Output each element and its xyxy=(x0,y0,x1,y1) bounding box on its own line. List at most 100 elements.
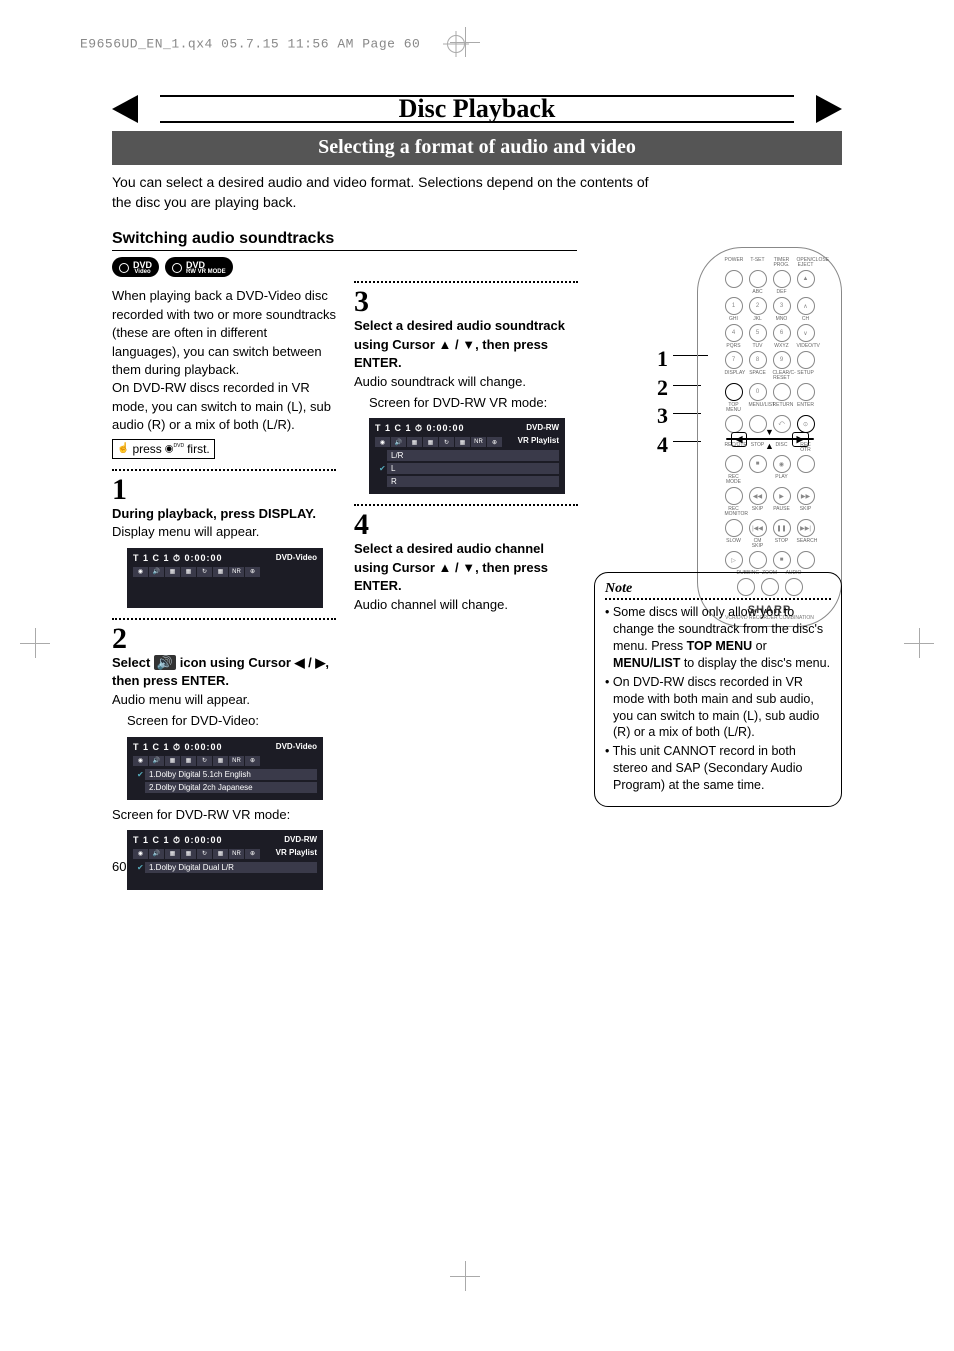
remote-label: SKIP xyxy=(797,507,815,517)
remote-label: DISC xyxy=(773,443,791,453)
remote-label: STOP xyxy=(749,443,767,453)
remote-button: 9 xyxy=(773,351,791,369)
badge-sublabel: RW VR MODE xyxy=(186,269,226,275)
subheading: Switching audio soundtracks xyxy=(112,230,842,248)
osd-audio-option: 1.Dolby Digital 5.1ch English xyxy=(145,769,317,780)
step-2-body: Audio menu will appear. xyxy=(112,691,336,709)
osd-mode-label: DVD-RW xyxy=(526,423,559,432)
note-item: This unit CANNOT record in both stereo a… xyxy=(605,743,831,794)
remote-label: CM SKIP xyxy=(749,539,767,549)
remote-button: ■ xyxy=(773,551,791,569)
press-label: first. xyxy=(187,442,210,456)
body-text: When playing back a DVD-Video disc recor… xyxy=(112,287,336,379)
remote-label: DISPLAY xyxy=(725,371,743,381)
remote-label: RETURN xyxy=(773,403,791,413)
note-heading: Note xyxy=(605,581,831,597)
remote-button: 0 xyxy=(749,383,767,401)
press-first-callout: ☝ press ◉DVD first. xyxy=(112,439,215,459)
remote-label: ENTER xyxy=(797,403,815,413)
disc-icon xyxy=(172,263,182,273)
step-3-body: Audio soundtrack will change. xyxy=(354,373,578,391)
badge-dvd-video: DVDVideo xyxy=(112,257,159,277)
section-title: Selecting a format of audio and video xyxy=(112,131,842,165)
remote-label: DEF xyxy=(773,290,791,295)
body-text: On DVD-RW discs recorded in VR mode, you… xyxy=(112,379,336,434)
remote-button: 7 xyxy=(725,351,743,369)
remote-button: ∨ xyxy=(797,324,815,342)
remote-button: 2 xyxy=(749,297,767,315)
disc-icon xyxy=(119,263,129,273)
callout-4: 4 xyxy=(657,431,668,460)
remote-label: OPEN/CLOSE EJECT xyxy=(797,258,815,268)
osd-title-line: T 1 C 1 ⏱ 0:00:00 xyxy=(133,553,223,564)
remote-button xyxy=(749,415,767,433)
remote-button xyxy=(749,551,767,569)
remote-button xyxy=(725,415,743,433)
callout-2: 2 xyxy=(657,374,668,403)
remote-button xyxy=(797,351,815,369)
remote-label: ABC xyxy=(749,290,767,295)
remote-button: ◉ xyxy=(773,455,791,473)
step-2-text: Select xyxy=(112,655,154,670)
osd-icon-row: ◉🔊▦▦↻▦NR⊕ xyxy=(133,567,317,577)
column-2: 3 Select a desired audio soundtrack usin… xyxy=(354,257,578,894)
remote-label: PLAY xyxy=(773,475,791,485)
right-arrow-icon: ▶ xyxy=(792,432,809,447)
remote-button xyxy=(773,270,791,288)
caption: Screen for DVD-RW VR mode: xyxy=(369,394,578,412)
remote-label: SETUP xyxy=(797,371,815,381)
osd-icon-row: ◉🔊▦▦↻▦NR⊕ xyxy=(133,756,317,766)
arrow-left-icon xyxy=(112,95,138,123)
osd-channel-option: L xyxy=(387,463,559,474)
badge-dvd-rw-vr: DVDRW VR MODE xyxy=(165,257,233,277)
remote-button: ■ xyxy=(749,455,767,473)
step-1-body: Display menu will appear. xyxy=(112,523,336,541)
remote-label: CH xyxy=(797,317,815,322)
callout-1: 1 xyxy=(657,345,668,374)
remote-label: REC MONITOR xyxy=(725,507,743,517)
osd-channel-option: L/R xyxy=(387,450,559,461)
remote-button: ▲ xyxy=(797,270,815,288)
column-1: DVDVideo DVDRW VR MODE When playing back… xyxy=(112,257,336,894)
left-arrow-icon: ◀ xyxy=(731,432,748,447)
crop-mark-left xyxy=(20,628,50,658)
press-label: press xyxy=(132,442,161,456)
osd-audio-option: 1.Dolby Digital Dual L/R xyxy=(145,862,317,873)
dotted-divider xyxy=(354,504,578,506)
remote-label: TUV xyxy=(749,344,767,349)
remote-label: STOP xyxy=(773,539,791,549)
remote-button xyxy=(725,519,743,537)
step-3-instruction: Select a desired audio soundtrack using … xyxy=(354,318,565,370)
chapter-title: Disc Playback xyxy=(399,94,556,124)
hand-icon: ☝ xyxy=(117,443,129,454)
audio-icon: 🔊 xyxy=(154,655,176,670)
osd-screenshot-dvdrw-vr: T 1 C 1 ⏱ 0:00:00 DVD-RW VR Playlist ◉🔊▦… xyxy=(127,830,323,890)
remote-label: JKL xyxy=(749,317,767,322)
remote-label: GHI xyxy=(725,317,743,322)
note-text: or xyxy=(752,639,767,653)
remote-button xyxy=(773,383,791,401)
print-header: E9656UD_EN_1.qx4 05.7.15 11:56 AM Page 6… xyxy=(80,35,465,53)
osd-channel-option: R xyxy=(387,476,559,487)
osd-screenshot-dvdvideo: T 1 C 1 ⏱ 0:00:00 DVD-Video ◉🔊▦▦↻▦NR⊕ 1.… xyxy=(127,737,323,800)
remote-label: SEARCH xyxy=(797,539,815,549)
osd-title-line: T 1 C 1 ⏱ 0:00:00 xyxy=(375,423,465,434)
remote-button xyxy=(797,383,815,401)
page-number: 60 xyxy=(112,859,126,874)
remote-button: |◀◀ xyxy=(749,519,767,537)
remote-button: 8 xyxy=(749,351,767,369)
remote-label: TIMER PROG. xyxy=(773,258,791,268)
remote-label: MNO xyxy=(773,317,791,322)
osd-mode-label: DVD-RW xyxy=(284,835,317,844)
osd-screenshot-display: T 1 C 1 ⏱ 0:00:00 DVD-Video ◉🔊▦▦↻▦NR⊕ xyxy=(127,548,323,608)
dotted-divider xyxy=(605,598,831,600)
remote-illustration: 1 2 3 4 POWERT-SETTIMER PROG.OPEN/CLOSE … xyxy=(697,247,842,627)
note-item: On DVD-RW discs recorded in VR mode with… xyxy=(605,674,831,742)
remote-button: 6 xyxy=(773,324,791,342)
remote-button xyxy=(797,455,815,473)
remote-button: ❚❚ xyxy=(773,519,791,537)
remote-button: ▶ xyxy=(773,487,791,505)
osd-audio-option: 2.Dolby Digital 2ch Japanese xyxy=(145,782,317,793)
dotted-divider xyxy=(112,618,336,620)
remote-label: T-SET xyxy=(749,258,767,268)
